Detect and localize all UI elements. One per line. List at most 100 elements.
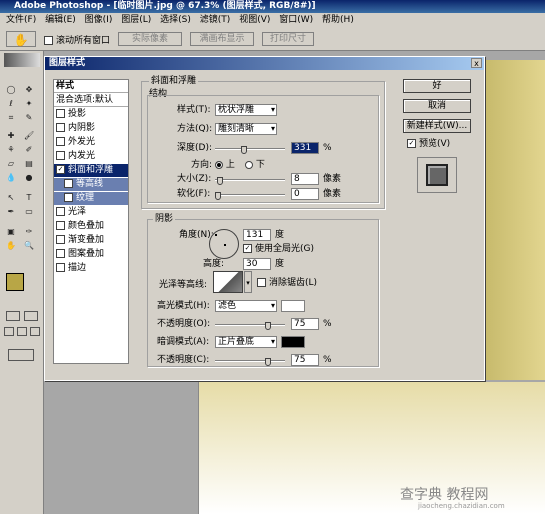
zoom-icon[interactable]: 🔍 bbox=[24, 241, 34, 251]
shadow-opacity-thumb[interactable] bbox=[265, 358, 271, 366]
highlight-opacity-slider[interactable] bbox=[215, 324, 285, 326]
heal-tool-icon[interactable]: ✚ bbox=[6, 131, 16, 141]
list-item-contour[interactable]: 等高线 bbox=[54, 178, 128, 191]
notes-tool-icon[interactable]: ▣ bbox=[6, 227, 16, 237]
shadow-color-swatch[interactable] bbox=[281, 336, 305, 348]
scroll-all-checkbox[interactable]: 滚动所有窗口 bbox=[44, 33, 110, 46]
style-select[interactable]: 枕状浮雕 bbox=[215, 104, 277, 116]
marquee-tool-icon[interactable]: ◯ bbox=[6, 85, 16, 95]
checkbox[interactable] bbox=[56, 207, 65, 216]
checkbox[interactable] bbox=[64, 193, 73, 202]
checkbox[interactable] bbox=[56, 235, 65, 244]
angle-dial[interactable] bbox=[209, 229, 239, 259]
quickmask-mode-icon[interactable] bbox=[24, 311, 38, 321]
checkbox[interactable] bbox=[56, 137, 65, 146]
eyedropper-icon[interactable]: ✑ bbox=[24, 227, 34, 237]
shape-tool-icon[interactable]: ▭ bbox=[24, 207, 34, 217]
checkbox[interactable] bbox=[56, 123, 65, 132]
menu-filter[interactable]: 滤镜(T) bbox=[200, 15, 231, 25]
list-item-drop-shadow[interactable]: 投影 bbox=[54, 108, 128, 121]
checkbox[interactable] bbox=[56, 263, 65, 272]
hand-icon[interactable]: ✋ bbox=[6, 241, 16, 251]
soften-slider-thumb[interactable] bbox=[215, 192, 221, 200]
depth-slider-thumb[interactable] bbox=[241, 146, 247, 154]
jump-to-imageready-icon[interactable] bbox=[8, 349, 34, 361]
print-size-button[interactable]: 打印尺寸 bbox=[262, 32, 314, 46]
method-select[interactable]: 雕刻清晰 bbox=[215, 123, 277, 135]
list-item-outer-glow[interactable]: 外发光 bbox=[54, 136, 128, 149]
menu-file[interactable]: 文件(F) bbox=[6, 15, 36, 25]
brush-tool-icon[interactable]: 🖌 bbox=[24, 131, 34, 141]
list-item-inner-glow[interactable]: 内发光 bbox=[54, 150, 128, 163]
menu-layer[interactable]: 图层(L) bbox=[121, 15, 151, 25]
list-item-color-overlay[interactable]: 颜色叠加 bbox=[54, 220, 128, 233]
menu-view[interactable]: 视图(V) bbox=[239, 15, 270, 25]
blend-options-item[interactable]: 混合选项:默认 bbox=[54, 94, 128, 107]
list-item-inner-shadow[interactable]: 内阴影 bbox=[54, 122, 128, 135]
foreground-color-swatch[interactable] bbox=[6, 273, 24, 291]
fit-screen-button[interactable]: 满画布显示 bbox=[190, 32, 254, 46]
list-item-gradient-overlay[interactable]: 渐变叠加 bbox=[54, 234, 128, 247]
checkbox[interactable] bbox=[56, 249, 65, 258]
depth-slider[interactable] bbox=[215, 148, 285, 150]
list-item-stroke[interactable]: 描边 bbox=[54, 262, 128, 275]
pen-tool-icon[interactable]: ✒ bbox=[6, 207, 16, 217]
standard-mode-icon[interactable] bbox=[6, 311, 20, 321]
crop-tool-icon[interactable]: ⌗ bbox=[6, 113, 16, 123]
history-brush-icon[interactable]: ✐ bbox=[24, 145, 34, 155]
angle-input[interactable]: 131 bbox=[243, 229, 271, 241]
path-select-icon[interactable]: ↖ bbox=[6, 193, 16, 203]
menu-select[interactable]: 选择(S) bbox=[160, 15, 191, 25]
menu-window[interactable]: 窗口(W) bbox=[279, 15, 313, 25]
preview-checkbox[interactable]: ✓ 预览(V) bbox=[407, 138, 450, 150]
size-slider[interactable] bbox=[215, 179, 285, 181]
global-light-checkbox[interactable]: ✓ 使用全局光(G) bbox=[243, 243, 314, 255]
highlight-mode-select[interactable]: 滤色 bbox=[215, 300, 277, 312]
list-item-satin[interactable]: 光泽 bbox=[54, 206, 128, 219]
direction-up-radio[interactable]: 上 bbox=[215, 159, 235, 171]
move-tool-icon[interactable]: ✥ bbox=[24, 85, 34, 95]
contour-dropdown-icon[interactable]: ▾ bbox=[244, 271, 252, 293]
shadow-opacity-input[interactable]: 75 bbox=[291, 354, 319, 366]
new-style-button[interactable]: 新建样式(W)... bbox=[403, 119, 471, 133]
blur-tool-icon[interactable]: 💧 bbox=[6, 173, 16, 183]
depth-input[interactable]: 331 bbox=[291, 142, 319, 154]
type-tool-icon[interactable]: T bbox=[24, 193, 34, 203]
hand-tool-icon[interactable]: ✋ bbox=[6, 31, 36, 47]
soften-slider[interactable] bbox=[215, 194, 285, 196]
shadow-mode-select[interactable]: 正片叠底 bbox=[215, 336, 277, 348]
shadow-opacity-slider[interactable] bbox=[215, 360, 285, 362]
slice-tool-icon[interactable]: ✎ bbox=[24, 113, 34, 123]
gradient-tool-icon[interactable]: ▤ bbox=[24, 159, 34, 169]
size-slider-thumb[interactable] bbox=[217, 177, 223, 185]
highlight-color-swatch[interactable] bbox=[281, 300, 305, 312]
actual-pixels-button[interactable]: 实际像素 bbox=[118, 32, 182, 46]
screen-mode-2-icon[interactable] bbox=[17, 327, 27, 336]
menu-edit[interactable]: 编辑(E) bbox=[45, 15, 76, 25]
soften-input[interactable]: 0 bbox=[291, 188, 319, 200]
screen-mode-1-icon[interactable] bbox=[4, 327, 14, 336]
dodge-tool-icon[interactable]: ● bbox=[24, 173, 34, 183]
size-input[interactable]: 8 bbox=[291, 173, 319, 185]
ok-button[interactable]: 好 bbox=[403, 79, 471, 93]
checkbox-checked[interactable]: ✓ bbox=[56, 165, 65, 174]
checkbox[interactable] bbox=[56, 109, 65, 118]
cancel-button[interactable]: 取消 bbox=[403, 99, 471, 113]
checkbox[interactable] bbox=[64, 179, 73, 188]
anti-alias-checkbox[interactable]: 消除锯齿(L) bbox=[257, 277, 317, 289]
list-item-texture[interactable]: 纹理 bbox=[54, 192, 128, 205]
altitude-input[interactable]: 30 bbox=[243, 258, 271, 270]
checkbox[interactable] bbox=[56, 221, 65, 230]
highlight-opacity-thumb[interactable] bbox=[265, 322, 271, 330]
styles-header[interactable]: 样式 bbox=[54, 80, 128, 93]
eraser-tool-icon[interactable]: ▱ bbox=[6, 159, 16, 169]
stamp-tool-icon[interactable]: ⚘ bbox=[6, 145, 16, 155]
list-item-pattern-overlay[interactable]: 图案叠加 bbox=[54, 248, 128, 261]
magic-wand-icon[interactable]: ✦ bbox=[24, 99, 34, 109]
direction-down-radio[interactable]: 下 bbox=[245, 159, 265, 171]
highlight-opacity-input[interactable]: 75 bbox=[291, 318, 319, 330]
menu-image[interactable]: 图像(I) bbox=[85, 15, 113, 25]
checkbox[interactable] bbox=[56, 151, 65, 160]
close-button[interactable]: x bbox=[471, 58, 482, 68]
gloss-contour-picker[interactable] bbox=[213, 271, 243, 293]
